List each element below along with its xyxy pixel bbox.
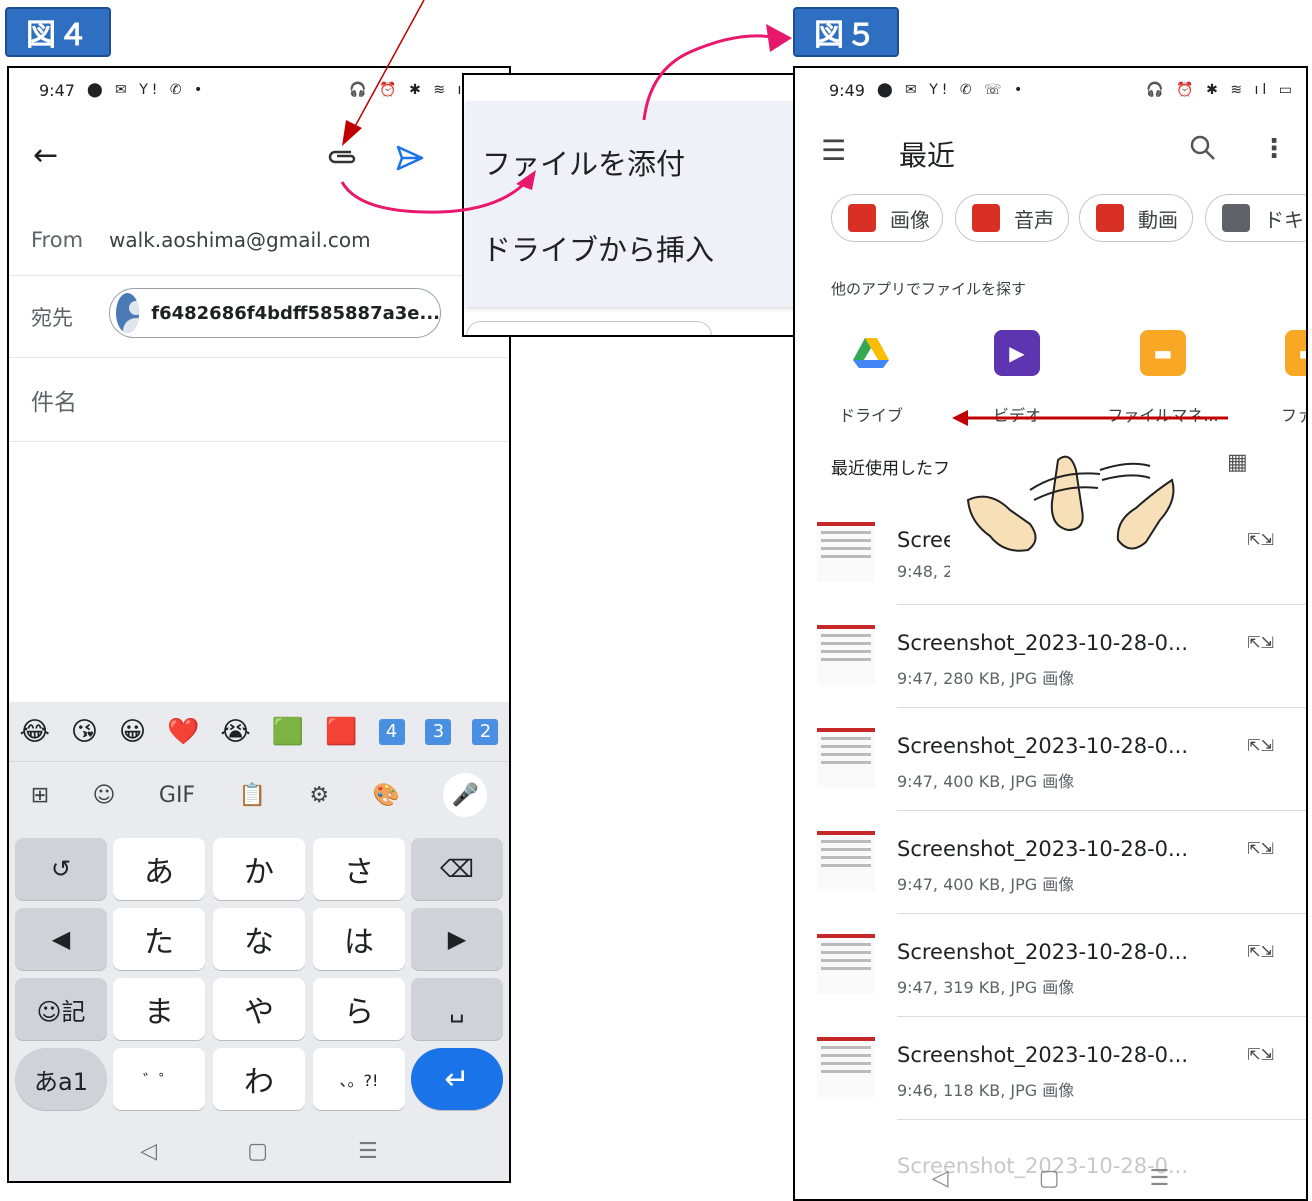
annotation-arrows <box>340 0 1228 426</box>
